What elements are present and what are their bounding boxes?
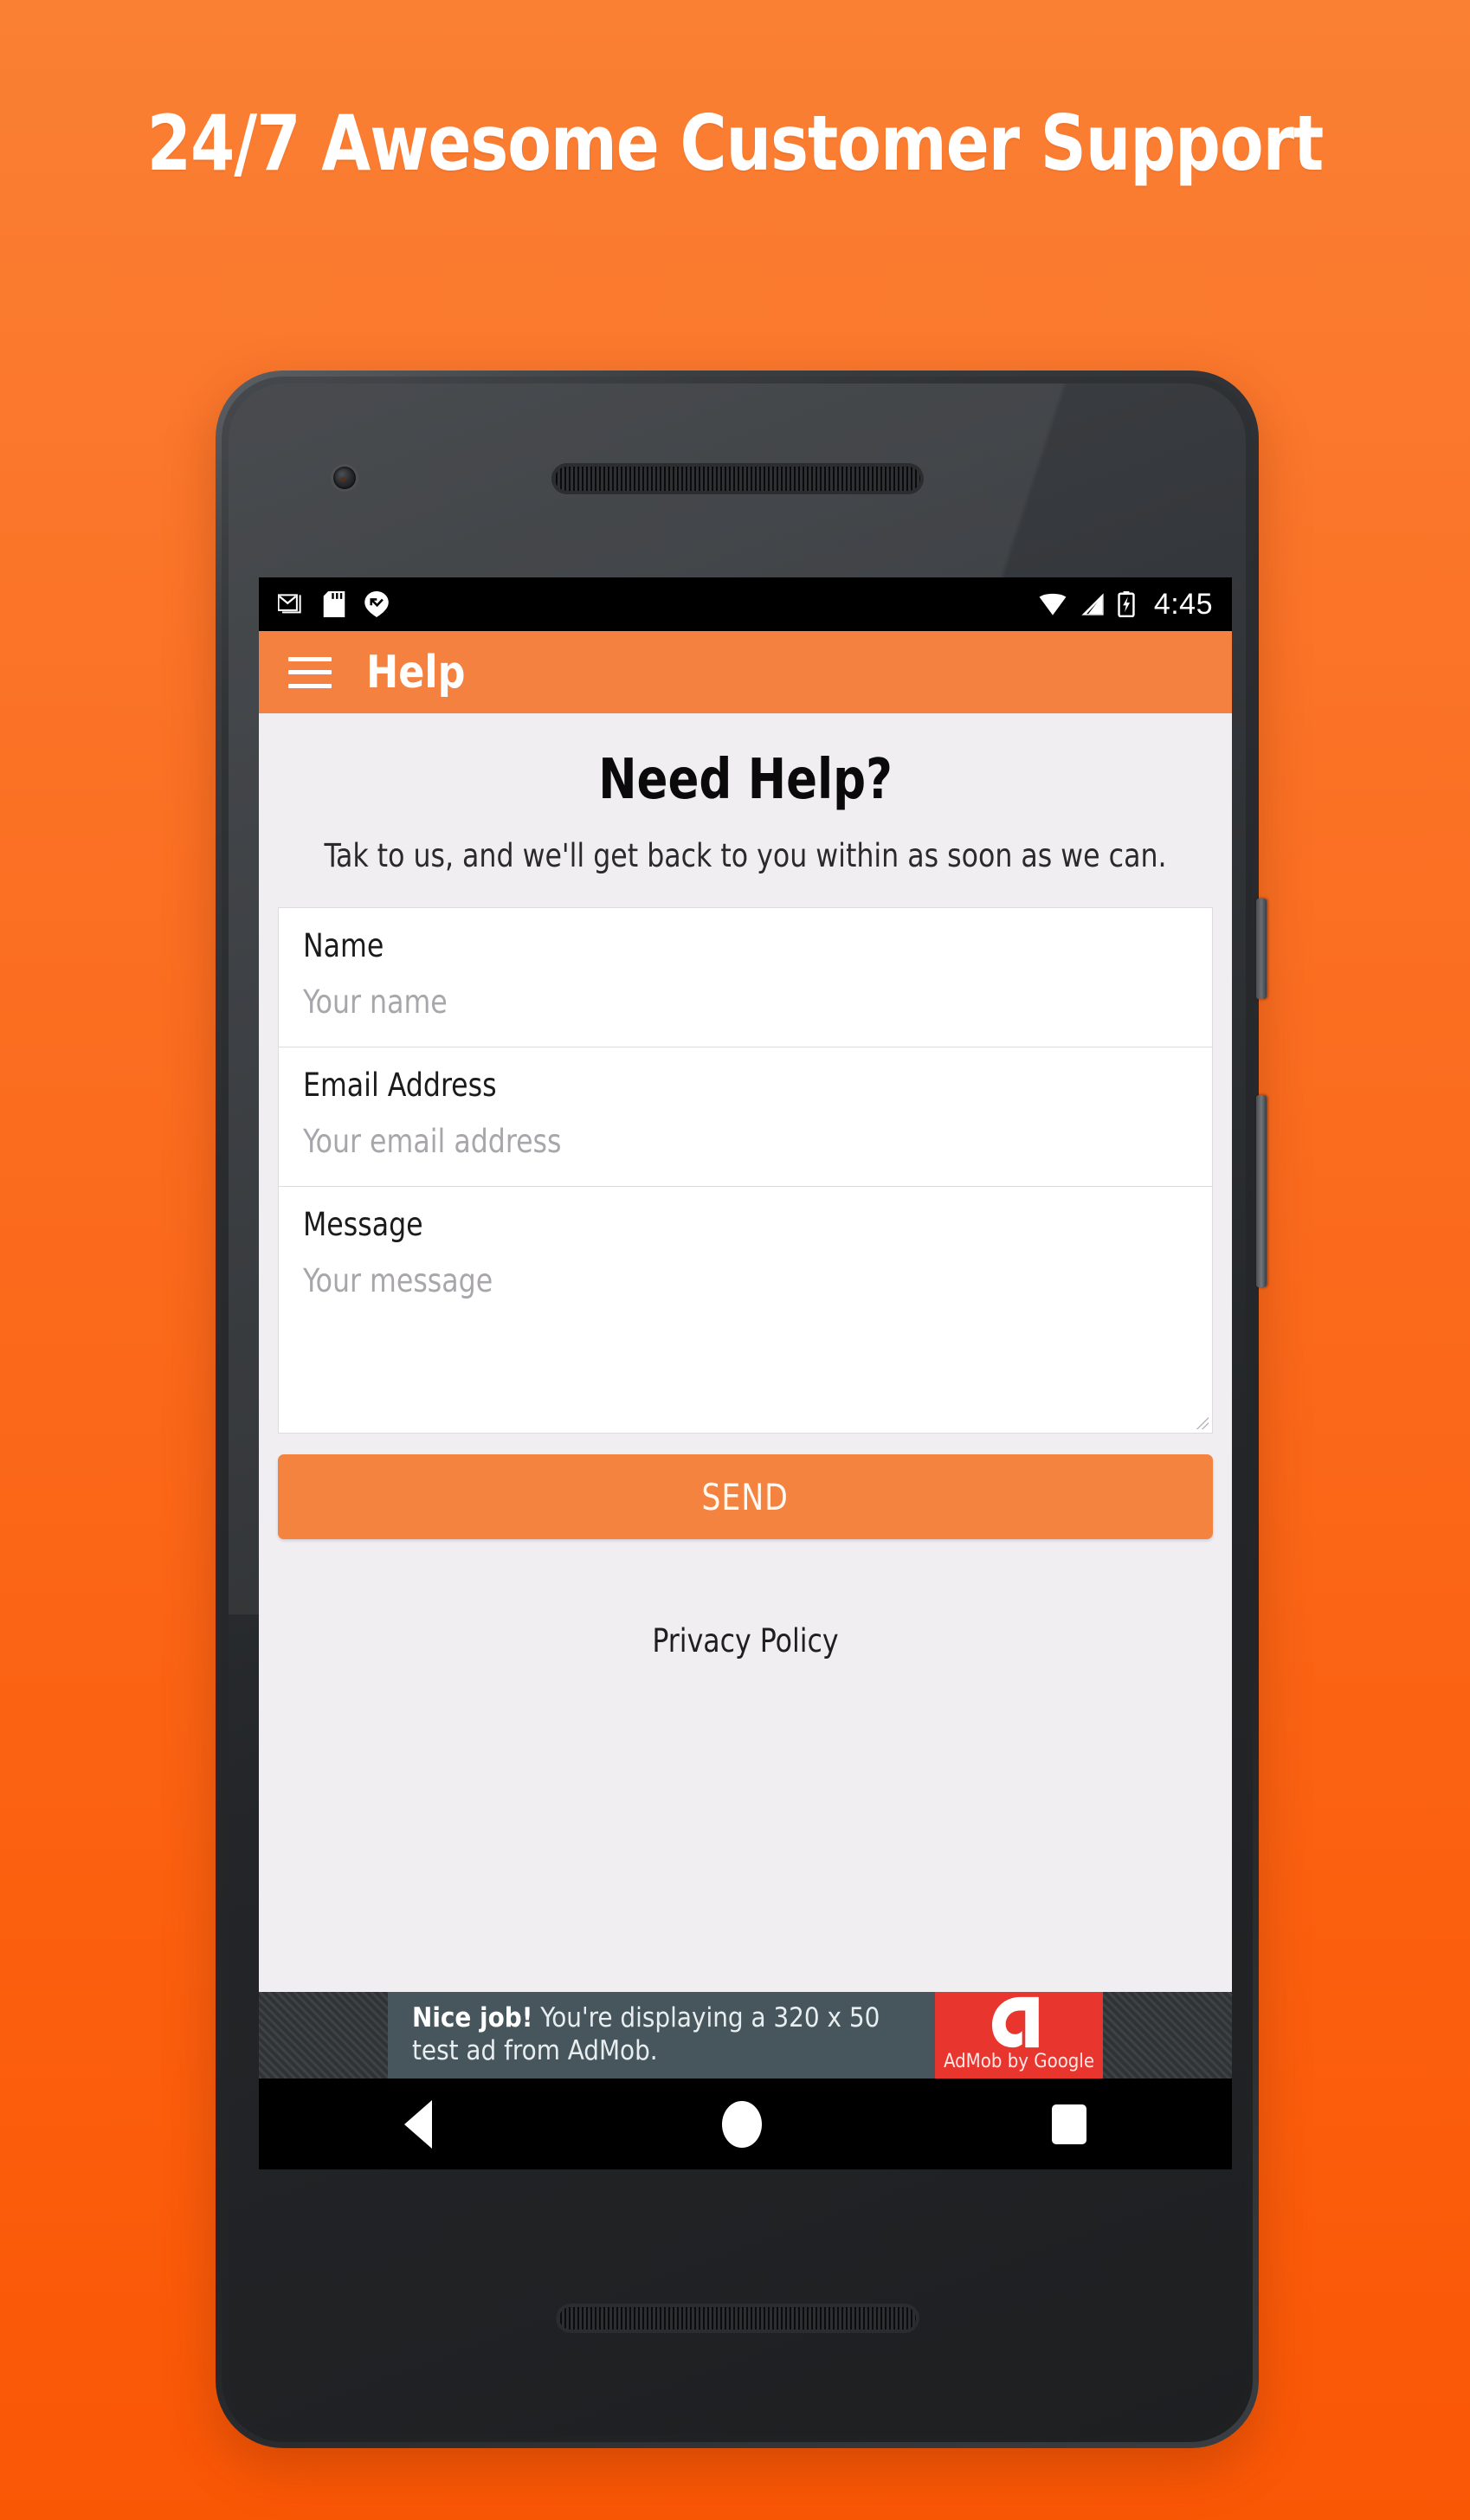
bottom-speaker-grille — [555, 2304, 919, 2333]
message-label: Message — [303, 1206, 423, 1244]
phone-frame-inner: 4:45 Help Need Help? Tak to us, and we'l… — [222, 377, 1253, 2442]
ad-text: Nice job! You're displaying a 320 x 50 t… — [388, 1992, 935, 2079]
android-nav-bar — [259, 2079, 1232, 2169]
hamburger-menu-icon[interactable] — [288, 656, 332, 688]
status-bar: 4:45 — [259, 577, 1232, 631]
earpiece-speaker-grille — [551, 463, 924, 494]
recents-square-icon[interactable] — [1052, 2104, 1087, 2144]
admob-logo-icon — [992, 1996, 1039, 2047]
status-bar-notification-icons — [278, 591, 389, 617]
power-button[interactable] — [1256, 899, 1267, 999]
phone-device: 4:45 Help Need Help? Tak to us, and we'l… — [216, 371, 1267, 2448]
front-camera-icon — [333, 467, 356, 489]
message-field-group[interactable]: Message Your message — [278, 1187, 1213, 1434]
admob-logo-block: AdMob by Google — [935, 1992, 1103, 2079]
email-input[interactable]: Your email address — [303, 1123, 562, 1160]
page-subtitle: Tak to us, and we'll get back to you wit… — [324, 837, 1167, 874]
volume-rocker-button[interactable] — [1256, 1095, 1267, 1287]
phone-screen: 4:45 Help Need Help? Tak to us, and we'l… — [259, 577, 1232, 2079]
name-field-group[interactable]: Name Your name — [278, 907, 1213, 1048]
gmail-icon — [278, 594, 301, 614]
app-bar: Help — [259, 631, 1232, 713]
phone-front-glass: 4:45 Help Need Help? Tak to us, and we'l… — [229, 383, 1246, 2435]
email-field-group[interactable]: Email Address Your email address — [278, 1047, 1213, 1188]
email-label: Email Address — [303, 1067, 497, 1105]
back-triangle-icon[interactable] — [403, 2099, 432, 2149]
ad-banner-container: Nice job! You're displaying a 320 x 50 t… — [259, 1992, 1232, 2079]
poster-headline: 24/7 Awesome Customer Support — [146, 99, 1325, 188]
send-button[interactable]: SEND — [278, 1454, 1213, 1540]
page-title: Need Help? — [598, 748, 893, 812]
ad-bold-text: Nice job! — [412, 2002, 533, 2034]
message-pin-icon — [364, 591, 389, 617]
wifi-icon — [1039, 593, 1067, 615]
admob-brand-label: AdMob by Google — [943, 2050, 1095, 2072]
name-input[interactable]: Your name — [303, 983, 448, 1021]
sd-card-icon — [323, 591, 345, 617]
battery-charging-icon — [1118, 591, 1135, 617]
screen-content: Need Help? Tak to us, and we'll get back… — [259, 713, 1232, 2079]
name-label: Name — [303, 927, 384, 965]
textarea-resize-handle[interactable] — [1195, 1415, 1209, 1430]
status-bar-clock: 4:45 — [1153, 587, 1213, 621]
cell-signal-icon — [1081, 593, 1104, 615]
send-button-label: SEND — [701, 1475, 790, 1518]
app-bar-title: Help — [366, 646, 466, 699]
home-circle-icon[interactable] — [721, 2100, 762, 2148]
privacy-policy-link[interactable]: Privacy Policy — [283, 1622, 1208, 1660]
message-input[interactable]: Your message — [303, 1262, 493, 1299]
contact-form: Name Your name Email Address Your email … — [259, 907, 1232, 1434]
status-bar-system-icons: 4:45 — [1038, 588, 1213, 622]
admob-test-ad[interactable]: Nice job! You're displaying a 320 x 50 t… — [388, 1992, 1103, 2079]
